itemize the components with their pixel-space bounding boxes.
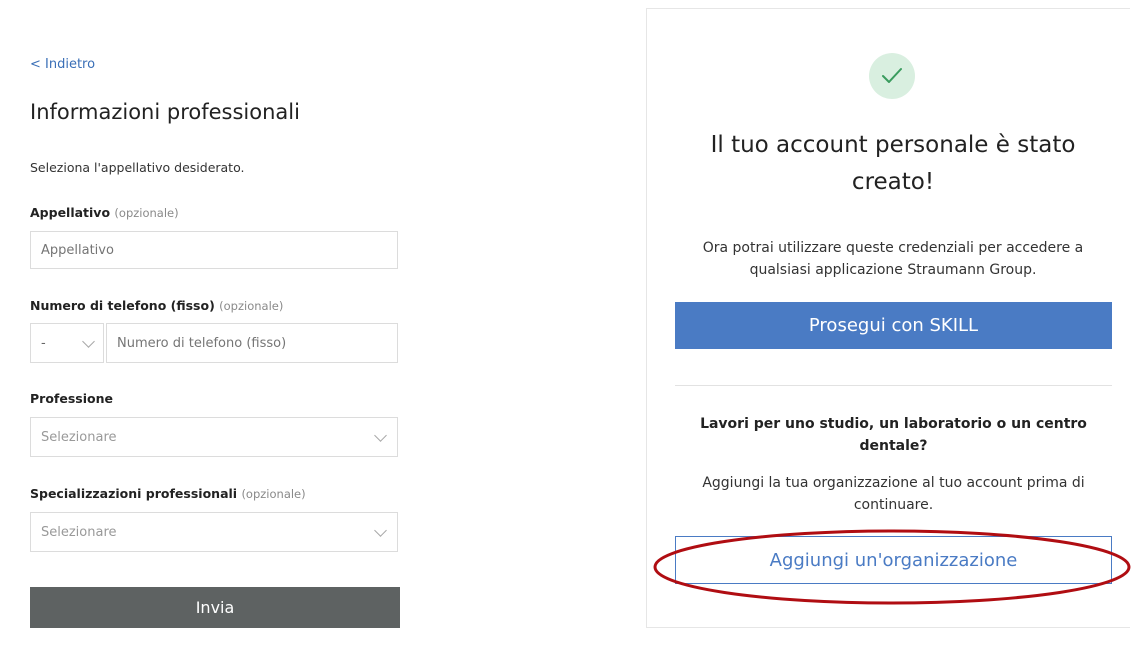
- appellativo-input[interactable]: [31, 232, 397, 268]
- phone-prefix-value: -: [41, 335, 46, 351]
- back-link[interactable]: < Indietro: [30, 57, 95, 72]
- phone-label-text: Numero di telefono (fisso): [30, 298, 215, 313]
- profession-select[interactable]: Selezionare: [30, 417, 398, 457]
- phone-prefix-select[interactable]: -: [30, 323, 104, 363]
- appellativo-label: Appellativo (opzionale): [30, 205, 179, 220]
- divider: [675, 385, 1112, 386]
- form-subtitle: Seleziona l'appellativo desiderato.: [30, 160, 245, 175]
- specializations-label-text: Specializzazioni professionali: [30, 486, 238, 501]
- specializations-select[interactable]: Selezionare: [30, 512, 398, 552]
- phone-number-field[interactable]: [106, 323, 398, 363]
- appellativo-optional: (opzionale): [114, 206, 179, 220]
- continue-skill-button[interactable]: Prosegui con SKILL: [675, 302, 1112, 349]
- phone-optional: (opzionale): [219, 299, 284, 313]
- success-description: Ora potrai utilizzare queste credenziali…: [702, 240, 1084, 278]
- success-title: Il tuo account personale è stato creato!: [710, 132, 1076, 195]
- specializations-optional: (opzionale): [241, 487, 306, 501]
- appellativo-label-text: Appellativo: [30, 205, 111, 220]
- appellativo-field[interactable]: [30, 231, 398, 269]
- profession-label: Professione: [30, 391, 113, 406]
- success-badge: [869, 53, 915, 99]
- check-icon: [882, 68, 902, 83]
- org-question: Lavori per uno studio, un laboratorio o …: [700, 416, 1087, 454]
- page-title: Informazioni professionali: [30, 100, 300, 124]
- org-hint: Aggiungi la tua organizzazione al tuo ac…: [702, 475, 1085, 513]
- specializations-label: Specializzazioni professionali (opzional…: [30, 486, 306, 501]
- specializations-placeholder: Selezionare: [41, 524, 117, 540]
- profession-label-text: Professione: [30, 391, 113, 406]
- chevron-down-icon: [82, 335, 95, 348]
- phone-label: Numero di telefono (fisso) (opzionale): [30, 298, 283, 313]
- add-organization-button[interactable]: Aggiungi un'organizzazione: [675, 536, 1112, 584]
- phone-number-input[interactable]: [107, 324, 397, 362]
- profession-placeholder: Selezionare: [41, 429, 117, 445]
- phone-field-group: -: [30, 323, 398, 363]
- submit-button[interactable]: Invia: [30, 587, 400, 628]
